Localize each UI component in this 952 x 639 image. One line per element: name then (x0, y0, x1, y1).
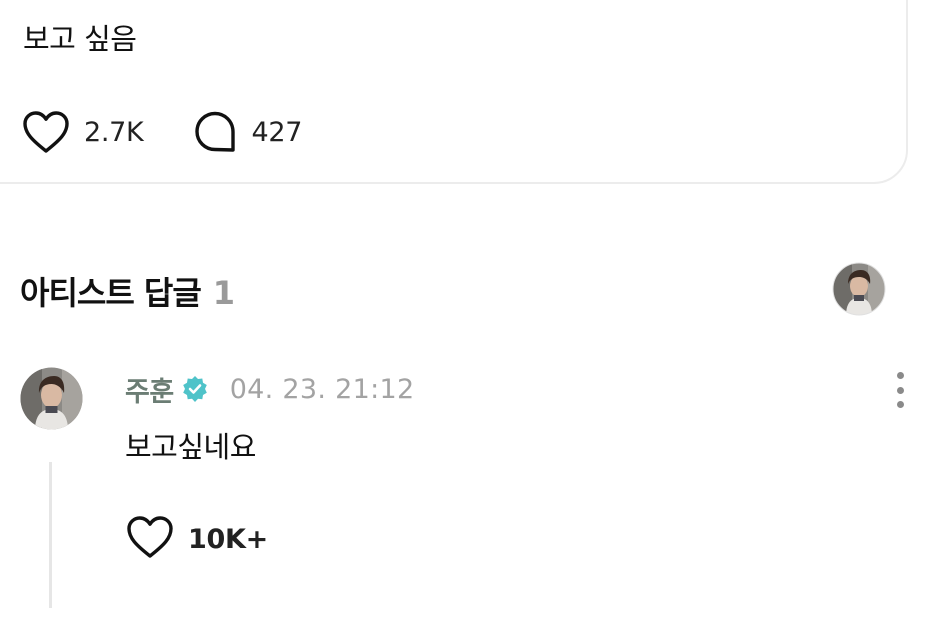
post-actions: 2.7K 427 (22, 110, 302, 154)
comment-meta: 주훈 04. 23. 21:12 (125, 370, 414, 408)
heart-outline-icon (22, 110, 70, 154)
artist-replies-header: 아티스트 답글 1 (20, 268, 235, 314)
screen: 보고 싶음 2.7K 427 아티스트 답글 1 주훈 04. 23. 21:1… (0, 0, 952, 639)
post-like-button[interactable]: 2.7K (22, 110, 144, 154)
thread-line (49, 462, 52, 608)
more-vertical-icon[interactable] (888, 372, 912, 408)
comment-like-button[interactable]: 10K+ (126, 516, 268, 562)
section-count: 1 (212, 274, 236, 312)
comment-like-count: 10K+ (188, 523, 268, 555)
heart-outline-icon (126, 515, 174, 563)
artist-avatar-small[interactable] (832, 262, 886, 316)
section-title: 아티스트 답글 (20, 274, 202, 312)
post-card: 보고 싶음 2.7K 427 (0, 0, 908, 184)
comment-timestamp: 04. 23. 21:12 (229, 373, 415, 405)
comment-author-name[interactable]: 주훈 (125, 370, 174, 409)
post-text: 보고 싶음 (23, 22, 137, 56)
comment-text: 보고싶네요 (125, 430, 256, 464)
post-comment-count: 427 (251, 116, 303, 148)
verified-badge-icon (182, 376, 208, 402)
comment-author-avatar[interactable] (20, 367, 83, 430)
speech-bubble-icon (193, 110, 237, 154)
post-like-count: 2.7K (84, 116, 144, 148)
post-comment-button[interactable]: 427 (193, 110, 302, 154)
